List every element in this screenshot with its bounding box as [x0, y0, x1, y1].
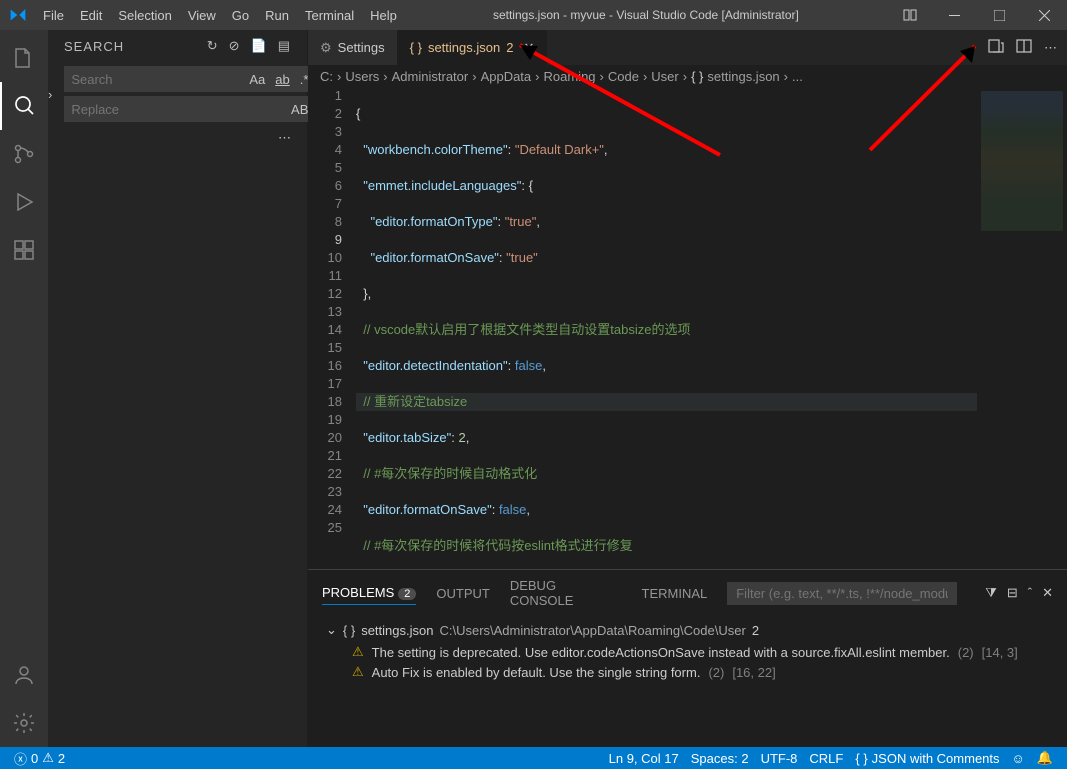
close-panel-icon[interactable]: ✕ [1042, 585, 1053, 601]
bell-icon[interactable]: 🔔 [1031, 750, 1059, 766]
replace-input-wrap: AB [64, 96, 317, 122]
maximize-button[interactable] [977, 0, 1022, 30]
layout-icon[interactable] [887, 0, 932, 30]
open-settings-icon[interactable] [988, 38, 1004, 57]
sidebar-title: SEARCH [64, 39, 124, 54]
menu-run[interactable]: Run [257, 2, 297, 29]
warning-icon: ⚠ [352, 664, 364, 680]
json-icon: { } [410, 40, 422, 55]
problem-message: The setting is deprecated. Use editor.co… [372, 645, 950, 660]
more-icon[interactable]: ⋯ [1044, 40, 1057, 56]
tab-settings-label: Settings [338, 40, 385, 55]
replace-input[interactable] [71, 102, 289, 117]
match-word-icon[interactable]: ab [273, 70, 291, 89]
tab-settings[interactable]: ⚙ Settings [308, 30, 398, 65]
vscode-logo [0, 7, 35, 23]
tab-badge: 2 [506, 40, 513, 55]
close-icon[interactable]: ✕ [523, 40, 534, 56]
problems-filter-input[interactable] [727, 582, 957, 605]
warning-icon: ⚠ [352, 644, 364, 660]
status-eol[interactable]: CRLF [803, 750, 849, 766]
refresh-icon[interactable]: ↻ [207, 38, 219, 54]
split-editor-icon[interactable] [1016, 38, 1032, 57]
chevron-down-icon: ⌄ [326, 622, 337, 638]
tab-settings-json[interactable]: { } settings.json 2 ✕ [398, 30, 548, 65]
panel-tab-debug[interactable]: DEBUG CONSOLE [510, 574, 622, 612]
extensions-icon[interactable] [0, 226, 48, 274]
tab-bar: ⚙ Settings { } settings.json 2 ✕ ⋯ [308, 30, 1067, 65]
minimize-button[interactable] [932, 0, 977, 30]
scm-icon[interactable] [0, 130, 48, 178]
clear-icon[interactable]: ⊘ [229, 38, 241, 54]
json-icon: { } [343, 623, 355, 638]
menu-view[interactable]: View [180, 2, 224, 29]
menu-go[interactable]: Go [224, 2, 257, 29]
menubar: File Edit Selection View Go Run Terminal… [35, 2, 405, 29]
problem-file-path: C:\Users\Administrator\AppData\Roaming\C… [439, 623, 745, 638]
status-errors[interactable]: ⓧ 0 ⚠ 2 [8, 749, 71, 768]
tab-file-label: settings.json [428, 40, 500, 55]
status-encoding[interactable]: UTF-8 [755, 750, 804, 766]
sidebar-search: SEARCH ↻ ⊘ 📄 ▤ › Aa ab .* [48, 30, 308, 747]
bottom-panel: PROBLEMS2 OUTPUT DEBUG CONSOLE TERMINAL … [308, 569, 1067, 747]
minimap[interactable] [977, 87, 1067, 569]
settings-icon: ⚙ [320, 40, 332, 56]
problem-item[interactable]: ⚠ Auto Fix is enabled by default. Use th… [326, 664, 1049, 680]
menu-selection[interactable]: Selection [110, 2, 179, 29]
problem-file-row[interactable]: ⌄ { } settings.json C:\Users\Administrat… [326, 622, 1049, 638]
window-title: settings.json - myvue - Visual Studio Co… [405, 8, 887, 22]
toggle-details-icon[interactable]: ⋯ [278, 130, 291, 145]
account-icon[interactable] [0, 651, 48, 699]
debug-icon[interactable] [0, 178, 48, 226]
menu-edit[interactable]: Edit [72, 2, 110, 29]
problem-count-badge: 2 [752, 623, 759, 638]
problem-count: (2) [958, 645, 974, 660]
new-file-icon[interactable]: 📄 [251, 38, 268, 54]
collapse-icon[interactable]: ▤ [278, 38, 291, 54]
line-numbers: 1234567891011121314151617181920212223242… [308, 87, 356, 569]
problem-location: [14, 3] [982, 645, 1018, 660]
status-indent[interactable]: Spaces: 2 [685, 750, 755, 766]
activity-bar [0, 30, 48, 747]
menu-help[interactable]: Help [362, 2, 405, 29]
code-editor[interactable]: 1234567891011121314151617181920212223242… [308, 87, 1067, 569]
code-content[interactable]: { "workbench.colorTheme": "Default Dark+… [356, 87, 977, 569]
editor-main: ⚙ Settings { } settings.json 2 ✕ ⋯ C:› U… [308, 30, 1067, 747]
status-bar: ⓧ 0 ⚠ 2 Ln 9, Col 17 Spaces: 2 UTF-8 CRL… [0, 747, 1067, 769]
close-button[interactable] [1022, 0, 1067, 30]
panel-tab-terminal[interactable]: TERMINAL [642, 582, 708, 605]
problem-item[interactable]: ⚠ The setting is deprecated. Use editor.… [326, 644, 1049, 660]
search-input-wrap: Aa ab .* [64, 66, 317, 92]
status-lang[interactable]: { } JSON with Comments [849, 750, 1005, 766]
search-icon[interactable] [0, 82, 48, 130]
window-controls [887, 0, 1067, 30]
breadcrumb[interactable]: C:› Users› Administrator› AppData› Roami… [308, 65, 1067, 87]
chevron-up-icon[interactable]: ˆ [1028, 585, 1032, 601]
collapse-all-icon[interactable]: ⊟ [1007, 585, 1018, 601]
menu-file[interactable]: File [35, 2, 72, 29]
titlebar: File Edit Selection View Go Run Terminal… [0, 0, 1067, 30]
panel-tab-output[interactable]: OUTPUT [436, 582, 489, 605]
problem-count: (2) [708, 665, 724, 680]
problem-message: Auto Fix is enabled by default. Use the … [372, 665, 701, 680]
match-case-icon[interactable]: Aa [247, 70, 267, 89]
status-cursor[interactable]: Ln 9, Col 17 [603, 750, 685, 766]
panel-tab-problems[interactable]: PROBLEMS2 [322, 581, 416, 605]
problem-location: [16, 22] [732, 665, 775, 680]
menu-terminal[interactable]: Terminal [297, 2, 362, 29]
feedback-icon[interactable]: ☺ [1006, 750, 1031, 766]
search-input[interactable] [71, 72, 247, 87]
gear-icon[interactable] [0, 699, 48, 747]
explorer-icon[interactable] [0, 34, 48, 82]
problem-file-name: settings.json [361, 623, 433, 638]
filter-icon[interactable]: ⧩ [985, 585, 997, 601]
